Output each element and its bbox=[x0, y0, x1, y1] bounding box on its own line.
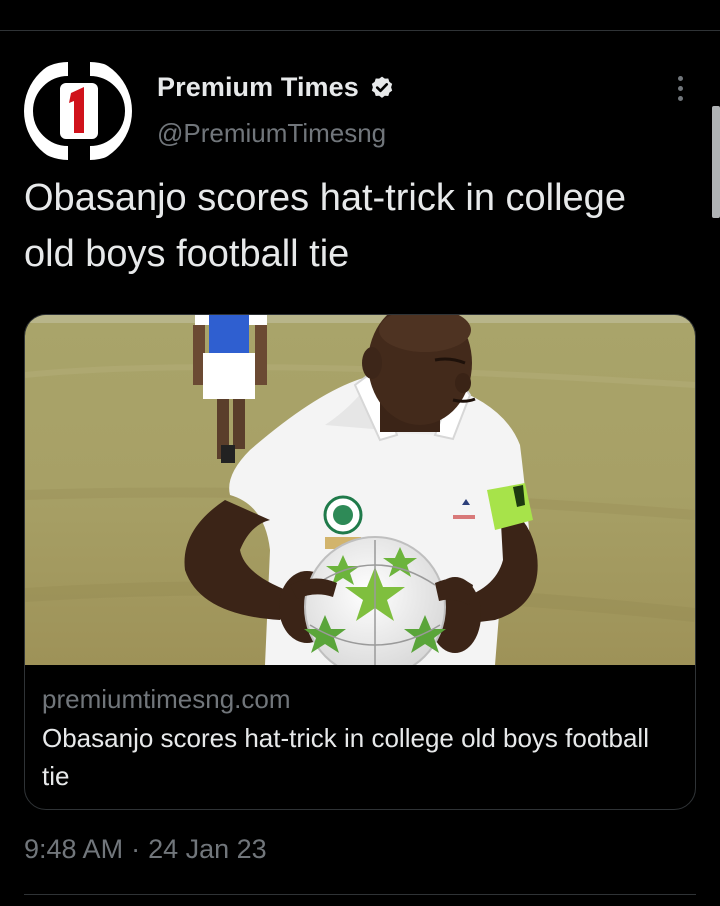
card-title[interactable]: Obasanjo scores hat-trick in college old… bbox=[42, 719, 682, 795]
timestamp-separator: · bbox=[131, 834, 141, 864]
premium-times-logo-icon bbox=[24, 57, 132, 165]
tweet-timestamp[interactable]: 9:48 AM · 24 Jan 23 bbox=[24, 834, 267, 865]
tweet-detail-page: Premium Times @PremiumTimesng Obasanjo s… bbox=[0, 0, 720, 906]
more-dot-icon bbox=[677, 85, 683, 91]
bottom-divider bbox=[24, 894, 696, 895]
top-divider bbox=[0, 30, 720, 31]
tweet-date[interactable]: 24 Jan 23 bbox=[148, 834, 267, 865]
author-name-row[interactable]: Premium Times bbox=[157, 72, 395, 103]
more-options-button[interactable] bbox=[664, 70, 696, 106]
link-preview-card[interactable]: premiumtimesng.com Obasanjo scores hat-t… bbox=[24, 314, 696, 810]
author-handle[interactable]: @PremiumTimesng bbox=[157, 118, 386, 149]
more-dot-icon bbox=[677, 75, 683, 81]
scrollbar-thumb[interactable] bbox=[712, 106, 720, 218]
football-player-photo bbox=[25, 315, 695, 665]
author-display-name[interactable]: Premium Times bbox=[157, 72, 359, 103]
author-avatar[interactable] bbox=[24, 57, 132, 165]
more-dot-icon bbox=[677, 95, 683, 101]
card-domain[interactable]: premiumtimesng.com bbox=[42, 681, 682, 717]
card-meta[interactable]: premiumtimesng.com Obasanjo scores hat-t… bbox=[42, 681, 682, 795]
verified-badge-icon bbox=[369, 75, 395, 101]
tweet-time[interactable]: 9:48 AM bbox=[24, 834, 123, 865]
card-image[interactable] bbox=[25, 315, 695, 665]
tweet-text: Obasanjo scores hat-trick in college old… bbox=[24, 177, 626, 275]
